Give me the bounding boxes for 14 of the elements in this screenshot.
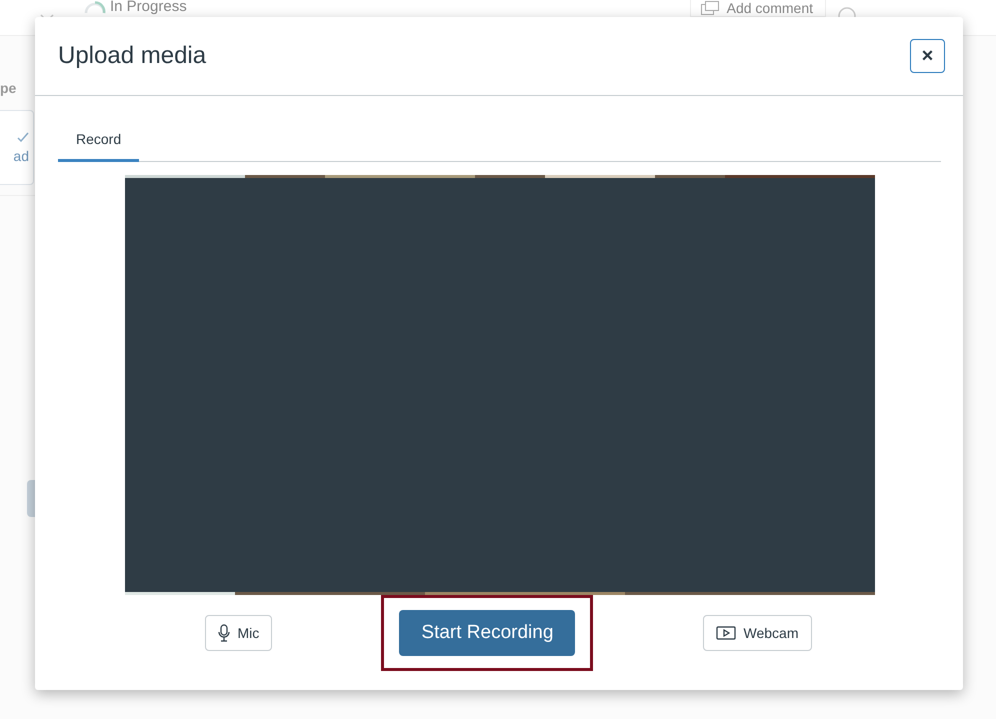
mic-button[interactable]: Mic [204, 615, 272, 651]
video-icon [716, 625, 736, 641]
start-recording-button[interactable]: Start Recording [399, 610, 576, 656]
comment-icon [700, 1, 719, 15]
column-heading: pe [0, 80, 18, 98]
microphone-icon [218, 624, 230, 642]
close-button[interactable]: × [910, 39, 945, 73]
add-comment-button[interactable]: Add comment [690, 0, 826, 17]
dialog-title: Upload media [58, 42, 206, 70]
scroll-handle [27, 480, 35, 517]
check-icon [17, 132, 29, 142]
record-tab[interactable]: Record [58, 116, 140, 162]
status-text: In Progress [110, 0, 187, 15]
webcam-button[interactable]: Webcam [702, 615, 812, 651]
